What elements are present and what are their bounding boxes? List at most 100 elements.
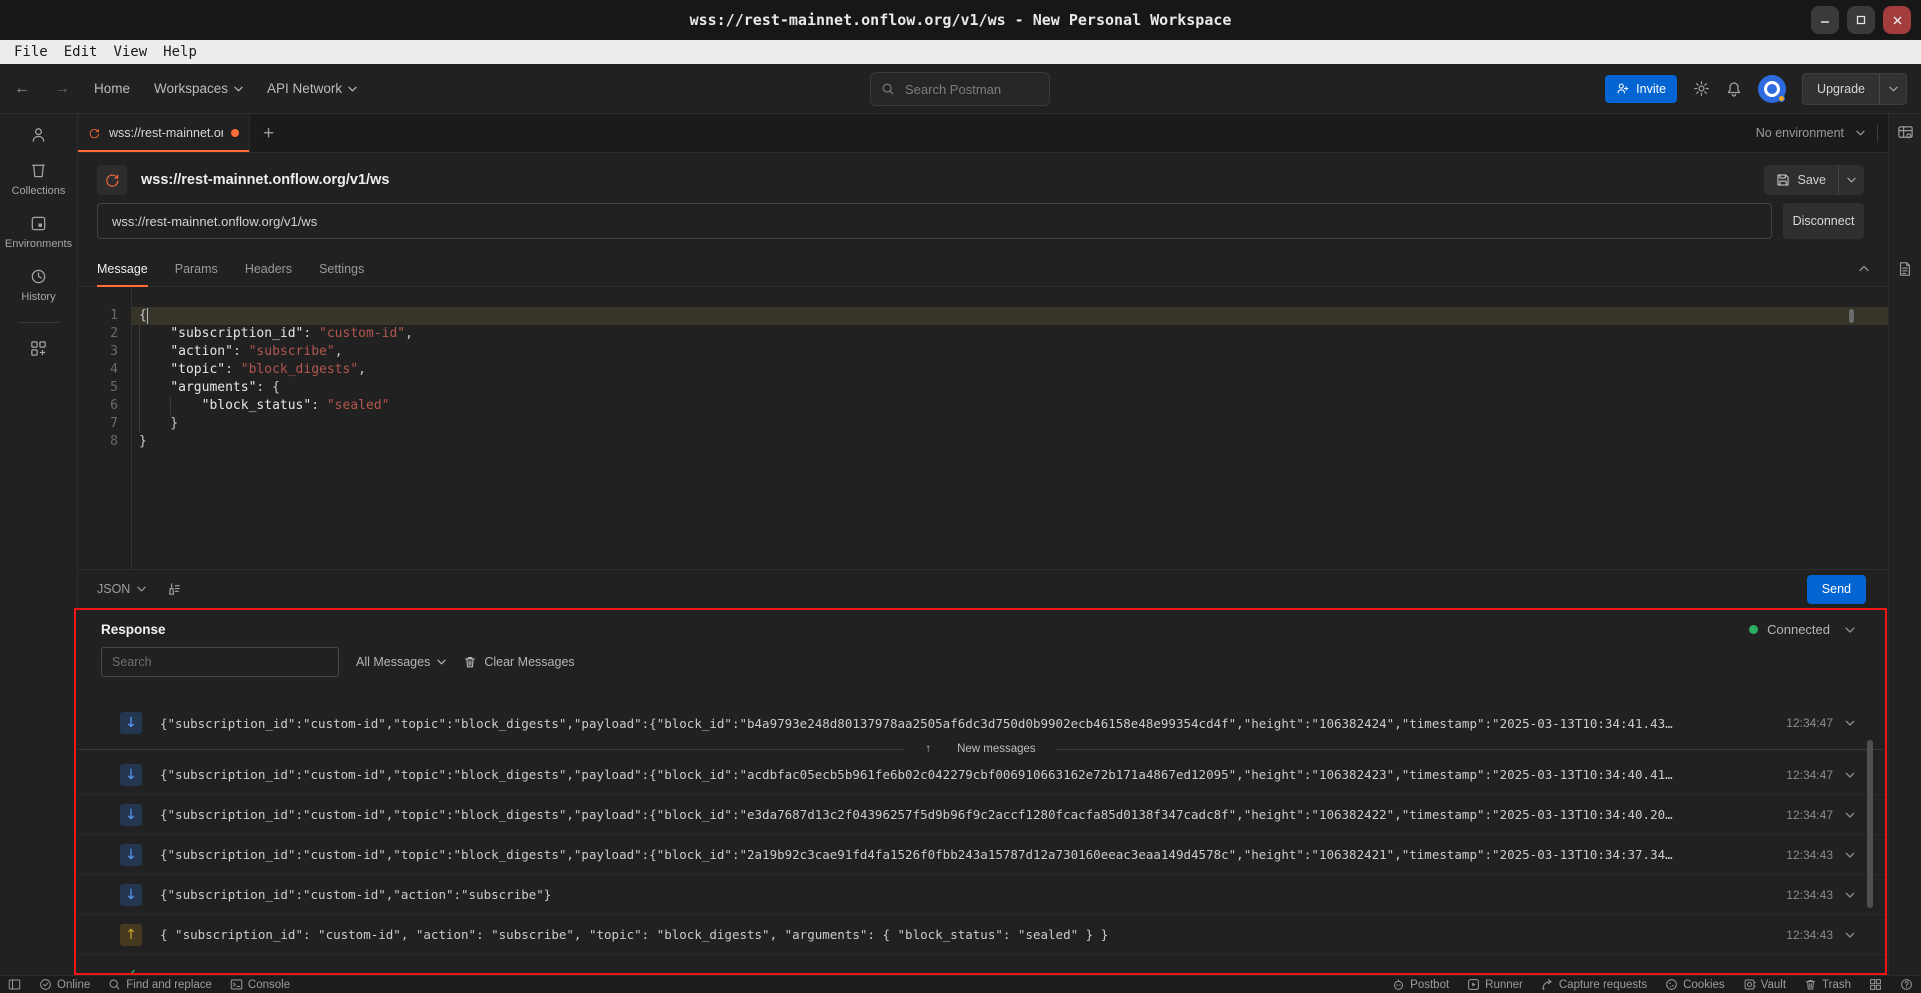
invite-button[interactable]: Invite xyxy=(1605,75,1677,103)
chevron-down-icon[interactable] xyxy=(1845,772,1855,778)
upgrade-dropdown[interactable] xyxy=(1879,74,1906,104)
sidebar-item-label: Environments xyxy=(5,238,72,250)
code-line[interactable]: 7 } xyxy=(78,415,1888,433)
environment-quick-look-button[interactable] xyxy=(1897,124,1914,141)
chevron-down-icon[interactable] xyxy=(1845,720,1855,726)
back-icon[interactable]: ← xyxy=(14,80,30,98)
message-row[interactable]: ↑{ "subscription_id": "custom-id", "acti… xyxy=(76,915,1885,955)
code-line[interactable]: 6 "block_status": "sealed" xyxy=(78,397,1888,415)
message-type-select[interactable]: JSON xyxy=(97,582,146,596)
save-button[interactable]: Save xyxy=(1764,165,1865,195)
statusbar-cookies[interactable]: Cookies xyxy=(1665,978,1725,991)
documentation-button[interactable] xyxy=(1897,261,1913,277)
notifications-button[interactable] xyxy=(1726,81,1742,97)
global-search[interactable] xyxy=(870,72,1050,106)
tab-params[interactable]: Params xyxy=(175,251,218,286)
menu-view[interactable]: View xyxy=(105,44,155,60)
statusbar-trash[interactable]: Trash xyxy=(1804,978,1851,991)
nav-home[interactable]: Home xyxy=(94,81,130,96)
chevron-down-icon[interactable] xyxy=(1845,627,1855,633)
account-avatar[interactable] xyxy=(1758,75,1786,103)
code-line[interactable]: 8} xyxy=(78,433,1888,451)
menu-file[interactable]: File xyxy=(6,44,56,60)
response-search-input[interactable] xyxy=(101,647,339,677)
beautify-button[interactable] xyxy=(166,582,181,597)
environment-value[interactable]: No environment xyxy=(1756,126,1844,140)
statusbar-runner[interactable]: Runner xyxy=(1467,978,1523,991)
chevron-down-icon[interactable] xyxy=(1845,892,1855,898)
tab-message[interactable]: Message xyxy=(97,251,148,286)
statusbar-postbot[interactable]: Postbot xyxy=(1392,978,1449,991)
collapse-editor-button[interactable] xyxy=(1859,251,1869,286)
statusbar-capture-requests[interactable]: Capture requests xyxy=(1541,978,1647,991)
message-row[interactable]: ↓{"subscription_id":"custom-id","topic":… xyxy=(76,835,1885,875)
save-main[interactable]: Save xyxy=(1764,165,1839,195)
statusbar-left: Online Find and replace Console xyxy=(8,978,290,991)
chevron-down-icon[interactable] xyxy=(1845,812,1855,818)
help-button[interactable] xyxy=(1900,978,1913,991)
upgrade-button[interactable]: Upgrade xyxy=(1802,73,1907,105)
sidebar-toggle-button[interactable] xyxy=(8,978,21,991)
new-tab-button[interactable]: + xyxy=(263,124,274,143)
code-line[interactable]: 3 "action": "subscribe", xyxy=(78,343,1888,361)
tab-settings[interactable]: Settings xyxy=(319,251,364,286)
main-content: wss://rest-mainnet.onflo + No environmen… xyxy=(78,114,1888,975)
code-line[interactable]: 1{ xyxy=(78,307,1888,325)
nav-api-network[interactable]: API Network xyxy=(267,81,357,96)
tab-headers[interactable]: Headers xyxy=(245,251,292,286)
chevron-down-icon[interactable] xyxy=(1856,130,1865,136)
message-row[interactable]: ↓{"subscription_id":"custom-id","topic":… xyxy=(76,755,1885,795)
statusbar-find-and-replace[interactable]: Find and replace xyxy=(108,978,212,991)
clear-messages-button[interactable]: Clear Messages xyxy=(463,655,574,669)
new-messages-divider[interactable]: ↑New messages xyxy=(76,743,1885,755)
chevron-down-icon[interactable] xyxy=(1845,852,1855,858)
line-number: 1 xyxy=(78,307,131,325)
url-row: Disconnect xyxy=(78,203,1888,251)
sidebar-item-collections[interactable]: Collections xyxy=(12,161,66,197)
message-filter-dropdown[interactable]: All Messages xyxy=(356,655,446,669)
message-row[interactable]: ✓ xyxy=(76,955,1885,973)
sidebar-item-history[interactable]: History xyxy=(21,267,55,303)
minimize-button[interactable] xyxy=(1811,6,1839,34)
disconnect-button[interactable]: Disconnect xyxy=(1783,203,1864,239)
editor-scrollbar[interactable] xyxy=(1849,309,1854,323)
statusbar-vault[interactable]: Vault xyxy=(1743,978,1786,991)
person-icon xyxy=(29,125,48,144)
statusbar-online[interactable]: Online xyxy=(39,978,90,991)
code-line[interactable]: 4 "topic": "block_digests", xyxy=(78,361,1888,379)
line-number: 6 xyxy=(78,397,131,415)
menu-edit[interactable]: Edit xyxy=(56,44,106,60)
close-button[interactable] xyxy=(1883,6,1911,34)
sidebar-item-environments[interactable]: Environments xyxy=(5,214,72,250)
save-dropdown[interactable] xyxy=(1838,165,1864,195)
sidebar-toggle-icon xyxy=(8,978,21,991)
message-row[interactable]: ↓{"subscription_id":"custom-id","topic":… xyxy=(76,795,1885,835)
global-search-input[interactable] xyxy=(903,81,1039,98)
connection-status[interactable]: Connected xyxy=(1749,622,1855,637)
code-text: } xyxy=(131,433,1888,451)
sidebar-item-account[interactable] xyxy=(29,125,48,144)
maximize-button[interactable] xyxy=(1847,6,1875,34)
code-line[interactable]: 5 "arguments": { xyxy=(78,379,1888,397)
arrow-down-icon: ↓ xyxy=(120,884,142,906)
panes-button[interactable] xyxy=(1869,978,1882,991)
menu-help[interactable]: Help xyxy=(155,44,205,60)
message-editor[interactable]: 1{2 "subscription_id": "custom-id",3 "ac… xyxy=(78,287,1888,570)
sidebar-item-more-modules[interactable] xyxy=(29,339,48,358)
runner-icon xyxy=(1467,978,1480,991)
nav-workspaces[interactable]: Workspaces xyxy=(154,81,243,96)
settings-gear-button[interactable] xyxy=(1693,80,1710,97)
message-row[interactable]: ↓{"subscription_id":"custom-id","topic":… xyxy=(76,703,1885,743)
message-row[interactable]: ↓{"subscription_id":"custom-id","action"… xyxy=(76,875,1885,915)
code-line[interactable]: 2 "subscription_id": "custom-id", xyxy=(78,325,1888,343)
response-scrollbar[interactable] xyxy=(1867,740,1873,908)
websocket-url-input[interactable] xyxy=(97,203,1772,239)
send-button[interactable]: Send xyxy=(1807,575,1866,604)
chevron-down-icon[interactable] xyxy=(1845,932,1855,938)
statusbar-console[interactable]: Console xyxy=(230,978,290,991)
forward-icon[interactable]: → xyxy=(54,80,70,98)
upgrade-label[interactable]: Upgrade xyxy=(1803,74,1879,104)
open-request-tab[interactable]: wss://rest-mainnet.onflo xyxy=(78,114,250,152)
chevron-down-icon xyxy=(1847,177,1856,183)
check-circle-icon: ✓ xyxy=(120,964,142,974)
